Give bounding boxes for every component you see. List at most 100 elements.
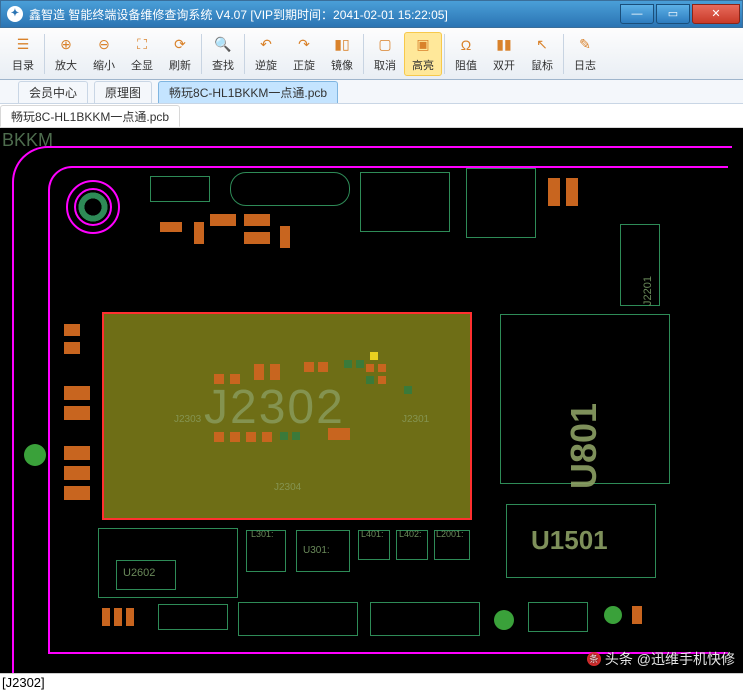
pcb-canvas[interactable]: BKKM J2201 J2302 J2303 J2301 J2304 — [0, 128, 743, 673]
toolbar-separator — [244, 34, 245, 74]
component — [230, 172, 350, 206]
toolbar-log-button[interactable]: ✎ 日志 — [566, 32, 604, 76]
connector-j2302-selected[interactable]: J2302 J2303 J2301 J2304 — [102, 312, 472, 520]
via — [24, 444, 46, 466]
toolbar-cancel-button[interactable]: ▢ 取消 — [366, 32, 404, 76]
chip-u801[interactable]: U801 — [500, 314, 670, 484]
nav-tab[interactable]: 畅玩8C-HL1BKKM一点通.pcb — [158, 81, 338, 103]
ref-label: U801 — [563, 403, 605, 489]
ref-label: U2602 — [123, 567, 155, 579]
pad — [244, 214, 270, 226]
toolbar-label: 缩小 — [93, 57, 115, 73]
chip-l401[interactable]: L401: — [358, 530, 390, 560]
toolbar-label: 刷新 — [169, 57, 191, 73]
toolbar-label: 阻值 — [455, 57, 477, 73]
component — [150, 176, 210, 202]
toolbar-label: 鼠标 — [531, 57, 553, 73]
app-icon: ✦ — [7, 6, 23, 22]
chip-u2602[interactable]: U2602 — [116, 560, 176, 590]
fit-icon: ⛶ — [131, 35, 153, 55]
toolbar-label: 日志 — [574, 57, 596, 73]
ref-label: J2304 — [274, 482, 301, 493]
toolbar-dual-button[interactable]: ▮▮ 双开 — [485, 32, 523, 76]
chip-u1501[interactable]: U1501 — [506, 504, 656, 578]
status-text: [J2302] — [2, 675, 45, 690]
toolbar-separator — [563, 34, 564, 74]
ref-label: U1501 — [531, 525, 608, 556]
toolbar-separator — [363, 34, 364, 74]
search-icon: 🔍 — [212, 35, 234, 55]
pad — [210, 214, 236, 226]
cursor-icon: ↖ — [531, 35, 553, 55]
toolbar-label: 放大 — [55, 57, 77, 73]
chip-l301[interactable]: L301: — [246, 530, 286, 572]
toolbar-label: 目录 — [12, 57, 34, 73]
zoomout-icon: ⊖ — [93, 35, 115, 55]
maximize-button[interactable]: ▭ — [656, 4, 690, 24]
toolbar-label: 取消 — [374, 57, 396, 73]
nav-tabs: 会员中心原理图畅玩8C-HL1BKKM一点通.pcb — [0, 80, 743, 104]
toolbar-label: 双开 — [493, 57, 515, 73]
close-button[interactable]: ✕ — [692, 4, 740, 24]
watermark: 条头条 @迅维手机快修 — [587, 649, 735, 669]
toolbar-label: 逆旋 — [255, 57, 277, 73]
toolbar-separator — [201, 34, 202, 74]
toolbar-rotcw-button[interactable]: ↷ 正旋 — [285, 32, 323, 76]
minimize-button[interactable]: — — [620, 4, 654, 24]
dual-icon: ▮▮ — [493, 35, 515, 55]
toolbar-separator — [444, 34, 445, 74]
toolbar-zoomin-button[interactable]: ⊕ 放大 — [47, 32, 85, 76]
catalog-icon: ☰ — [12, 35, 34, 55]
pad — [566, 178, 578, 206]
toolbar-catalog-button[interactable]: ☰ 目录 — [4, 32, 42, 76]
pad — [160, 222, 182, 232]
toolbar-label: 正旋 — [293, 57, 315, 73]
ref-label: L301: — [251, 529, 274, 539]
toolbar-refresh-button[interactable]: ⟳ 刷新 — [161, 32, 199, 76]
toolbar-cursor-button[interactable]: ↖ 鼠标 — [523, 32, 561, 76]
toolbar-label: 高亮 — [412, 57, 434, 73]
component-row — [98, 602, 678, 650]
refresh-icon: ⟳ — [169, 35, 191, 55]
toolbar-label: 查找 — [212, 57, 234, 73]
chip-l402[interactable]: L402: — [396, 530, 428, 560]
ref-label: L401: — [361, 529, 384, 539]
toolbar-mirror-button[interactable]: ▮▯ 镜像 — [323, 32, 361, 76]
ref-label: L2001: — [436, 529, 464, 539]
pad — [548, 178, 560, 206]
ohm-icon: Ω — [455, 35, 477, 55]
pad — [194, 222, 204, 244]
toolbar-label: 镜像 — [331, 57, 353, 73]
mirror-icon: ▮▯ — [331, 35, 353, 55]
pad — [244, 232, 270, 244]
window-titlebar: ✦ 鑫智造 智能终端设备维修查询系统 V4.07 [VIP到期时间：2041-0… — [0, 0, 743, 28]
chip-u301[interactable]: U301: — [296, 530, 350, 572]
nav-tab[interactable]: 原理图 — [94, 81, 152, 103]
window-title: 鑫智造 智能终端设备维修查询系统 V4.07 [VIP到期时间：2041-02-… — [29, 6, 448, 23]
toolbar-search-button[interactable]: 🔍 查找 — [204, 32, 242, 76]
component — [466, 168, 536, 238]
toolbar-rotccw-button[interactable]: ↶ 逆旋 — [247, 32, 285, 76]
rotccw-icon: ↶ — [255, 35, 277, 55]
toolbar-highlight-button[interactable]: ▣ 高亮 — [404, 32, 442, 76]
connector-j2201[interactable]: J2201 — [620, 224, 660, 306]
nav-tab[interactable]: 会员中心 — [18, 81, 88, 103]
rotcw-icon: ↷ — [293, 35, 315, 55]
ref-label-large: J2302 — [204, 380, 345, 435]
toolbar-separator — [44, 34, 45, 74]
main-toolbar: ☰ 目录 ⊕ 放大 ⊖ 缩小 ⛶ 全显 ⟳ 刷新 🔍 查找 ↶ 逆旋 ↷ 正旋 ▮▯ 镜像 ▢ 取消 ▣ 高亮 Ω 阻值 ▮▮ 双… — [0, 28, 743, 80]
cancel-icon: ▢ — [374, 35, 396, 55]
toolbar-ohm-button[interactable]: Ω 阻值 — [447, 32, 485, 76]
ref-label: J2301 — [402, 414, 429, 425]
toolbar-label: 全显 — [131, 57, 153, 73]
highlight-icon: ▣ — [412, 35, 434, 55]
ref-label: L402: — [399, 529, 422, 539]
toolbar-fit-button[interactable]: ⛶ 全显 — [123, 32, 161, 76]
chip-l2001[interactable]: L2001: — [434, 530, 470, 560]
toolbar-zoomout-button[interactable]: ⊖ 缩小 — [85, 32, 123, 76]
zoomin-icon: ⊕ — [55, 35, 77, 55]
status-bar: [J2302] — [0, 673, 743, 691]
document-tab[interactable]: 畅玩8C-HL1BKKM一点通.pcb — [0, 105, 180, 127]
ref-label: J2201 — [642, 276, 654, 306]
log-icon: ✎ — [574, 35, 596, 55]
